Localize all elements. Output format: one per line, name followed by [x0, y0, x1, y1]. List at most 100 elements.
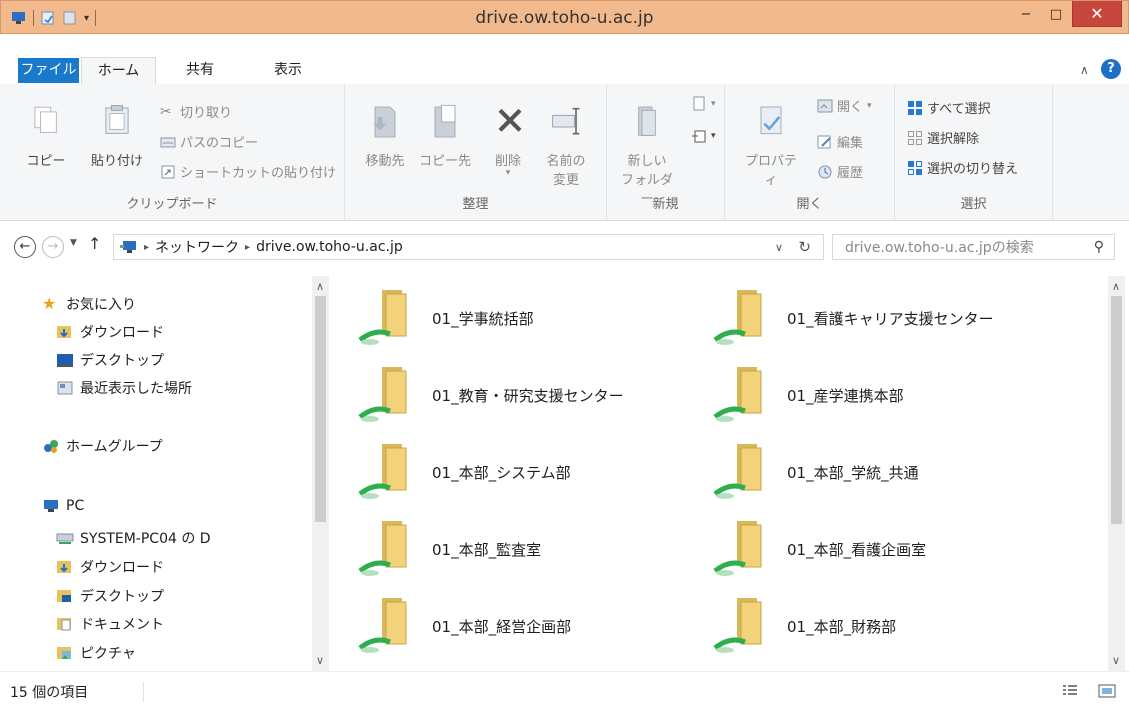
- title-bar: ▾ drive.ow.toho-u.ac.jp − □ ✕: [0, 0, 1129, 34]
- folder-item[interactable]: 01_本部_監査室: [358, 517, 541, 581]
- select-all-button[interactable]: すべて選択: [907, 98, 991, 117]
- navigation-pane: ★ お気に入り ダウンロード デスクトップ 最近表示した場所 ホームグループ P…: [0, 276, 330, 671]
- file-list-scroll-thumb[interactable]: [1111, 296, 1122, 524]
- move-to-button[interactable]: 移動先: [357, 102, 413, 169]
- clipboard-group: コピー 貼り付け ✂ 切り取り パスのコピー ショートカットの貼り付け クリップ…: [0, 84, 345, 220]
- tab-share[interactable]: 共有: [170, 57, 230, 83]
- nav-pc-documents[interactable]: ドキュメント: [56, 614, 164, 634]
- copy-path-button[interactable]: パスのコピー: [160, 132, 258, 151]
- open-button[interactable]: 開く ▾: [817, 96, 872, 115]
- navigation-pane-scroll-thumb[interactable]: [315, 296, 326, 522]
- properties-button[interactable]: プロパティ: [743, 102, 799, 188]
- item-count: 15 個の項目: [10, 685, 89, 701]
- delete-button[interactable]: 削除 ▾: [490, 102, 526, 178]
- edit-button[interactable]: 編集: [817, 132, 863, 151]
- documents-folder-icon: [57, 618, 71, 631]
- details-view-icon[interactable]: [1062, 684, 1078, 698]
- back-button[interactable]: ←: [14, 236, 36, 258]
- nav-pc-pictures-label: ピクチャ: [80, 646, 136, 662]
- folder-item[interactable]: 01_本部_学統_共通: [713, 440, 919, 504]
- folder-item[interactable]: 01_本部_看護企画室: [713, 517, 926, 581]
- paste-shortcut-button[interactable]: ショートカットの貼り付け: [160, 162, 336, 181]
- recent-locations-dropdown[interactable]: ▼: [70, 238, 77, 248]
- maximize-button[interactable]: □: [1041, 1, 1071, 27]
- close-button[interactable]: ✕: [1072, 1, 1122, 27]
- folder-item[interactable]: 01_看護キャリア支援センター: [713, 286, 994, 350]
- copy-button[interactable]: コピー: [24, 104, 68, 169]
- nav-pc-desktop[interactable]: デスクトップ: [56, 586, 164, 606]
- breadcrumb-network[interactable]: ネットワーク: [155, 237, 239, 257]
- copy-to-label: コピー先: [418, 154, 471, 169]
- nav-fav-downloads[interactable]: ダウンロード: [56, 322, 164, 342]
- tab-file[interactable]: ファイル: [18, 58, 79, 83]
- refresh-icon[interactable]: ↻: [798, 238, 811, 256]
- open-group: プロパティ 開く ▾ 編集 履歴 開く: [725, 84, 895, 220]
- breadcrumb-separator-icon[interactable]: ▸: [144, 242, 149, 253]
- nav-homegroup-label: ホームグループ: [66, 439, 163, 455]
- folder-item[interactable]: 01_学事統括部: [358, 286, 534, 350]
- cut-button[interactable]: ✂ 切り取り: [160, 102, 232, 122]
- breadcrumb-drive[interactable]: drive.ow.toho-u.ac.jp: [256, 239, 403, 255]
- folder-item[interactable]: 01_本部_経営企画部: [358, 594, 571, 658]
- scroll-down-icon[interactable]: ∨: [316, 654, 324, 667]
- folder-item[interactable]: 01_本部_財務部: [713, 594, 896, 658]
- nav-pc[interactable]: PC: [42, 498, 84, 514]
- move-to-label: 移動先: [365, 154, 405, 169]
- tab-home[interactable]: ホーム: [81, 57, 156, 84]
- nav-pc-downloads[interactable]: ダウンロード: [56, 557, 164, 577]
- nav-homegroup[interactable]: ホームグループ: [42, 436, 163, 456]
- history-button[interactable]: 履歴: [817, 162, 863, 181]
- select-none-button[interactable]: 選択解除: [907, 128, 979, 147]
- paste-button[interactable]: 貼り付け: [86, 104, 148, 169]
- nav-fav-recent[interactable]: 最近表示した場所: [56, 378, 192, 398]
- up-button[interactable]: ↑: [88, 234, 101, 253]
- scroll-down-icon[interactable]: ∨: [1112, 654, 1120, 667]
- search-box[interactable]: drive.ow.toho-u.ac.jpの検索 ⚲: [832, 234, 1115, 260]
- copy-to-button[interactable]: コピー先: [415, 102, 475, 169]
- collapse-ribbon-icon[interactable]: ∧: [1080, 63, 1089, 77]
- minimize-button[interactable]: −: [1011, 1, 1041, 27]
- copy-label: コピー: [26, 154, 66, 169]
- status-separator: [143, 682, 144, 702]
- nav-fav-desktop[interactable]: デスクトップ: [56, 350, 164, 370]
- address-dropdown-icon[interactable]: ∨: [775, 241, 783, 254]
- star-icon: ★: [42, 294, 57, 313]
- easy-access-dropdown-icon: ▾: [711, 131, 716, 141]
- new-folder-button[interactable]: 新しい フォルダー: [619, 102, 675, 207]
- folder-item[interactable]: 01_産学連携本部: [713, 363, 904, 427]
- nav-system-drive-label: SYSTEM-PC04 の D: [80, 531, 211, 547]
- folder-name: 01_看護キャリア支援センター: [787, 309, 994, 328]
- scroll-up-icon[interactable]: ∧: [316, 280, 324, 293]
- new-item-button[interactable]: ▾: [691, 96, 716, 112]
- nav-fav-downloads-label: ダウンロード: [80, 325, 164, 341]
- folder-name: 01_本部_経営企画部: [432, 617, 572, 636]
- breadcrumb-separator-icon[interactable]: ▸: [245, 242, 250, 253]
- window-title: drive.ow.toho-u.ac.jp: [475, 8, 654, 28]
- file-list-scrollbar[interactable]: ∧ ∨: [1108, 276, 1125, 671]
- rename-button[interactable]: 名前の 変更: [541, 102, 591, 188]
- address-bar[interactable]: ▸ ネットワーク ▸ drive.ow.toho-u.ac.jp ∨ ↻: [113, 234, 824, 260]
- navigation-pane-scrollbar[interactable]: ∧ ∨: [312, 276, 329, 671]
- rename-label-line2: 変更: [552, 173, 579, 188]
- nav-pc-label: PC: [66, 498, 85, 514]
- network-folder-icon: [713, 367, 762, 422]
- nav-pc-pictures[interactable]: ピクチャ: [56, 643, 136, 663]
- nav-favorites[interactable]: ★ お気に入り: [42, 294, 136, 314]
- rename-label-line1: 名前の: [546, 154, 586, 169]
- network-folder-icon: [358, 367, 407, 422]
- folder-name: 01_本部_学統_共通: [787, 463, 919, 482]
- folder-item[interactable]: 01_本部_システム部: [358, 440, 571, 504]
- invert-selection-label: 選択の切り替え: [927, 162, 1019, 177]
- easy-access-button[interactable]: ▾: [691, 128, 716, 144]
- search-icon[interactable]: ⚲: [1094, 239, 1104, 255]
- folder-item[interactable]: 01_教育・研究支援センター: [358, 363, 624, 427]
- forward-button[interactable]: →: [42, 236, 64, 258]
- paste-label: 貼り付け: [90, 154, 143, 169]
- tab-view[interactable]: 表示: [258, 57, 318, 83]
- help-icon[interactable]: ?: [1101, 59, 1121, 79]
- nav-system-drive[interactable]: SYSTEM-PC04 の D: [56, 528, 211, 548]
- invert-selection-button[interactable]: 選択の切り替え: [907, 158, 1018, 177]
- copy-path-icon: [160, 137, 176, 147]
- large-icons-view-icon[interactable]: [1098, 683, 1116, 699]
- scroll-up-icon[interactable]: ∧: [1112, 280, 1120, 293]
